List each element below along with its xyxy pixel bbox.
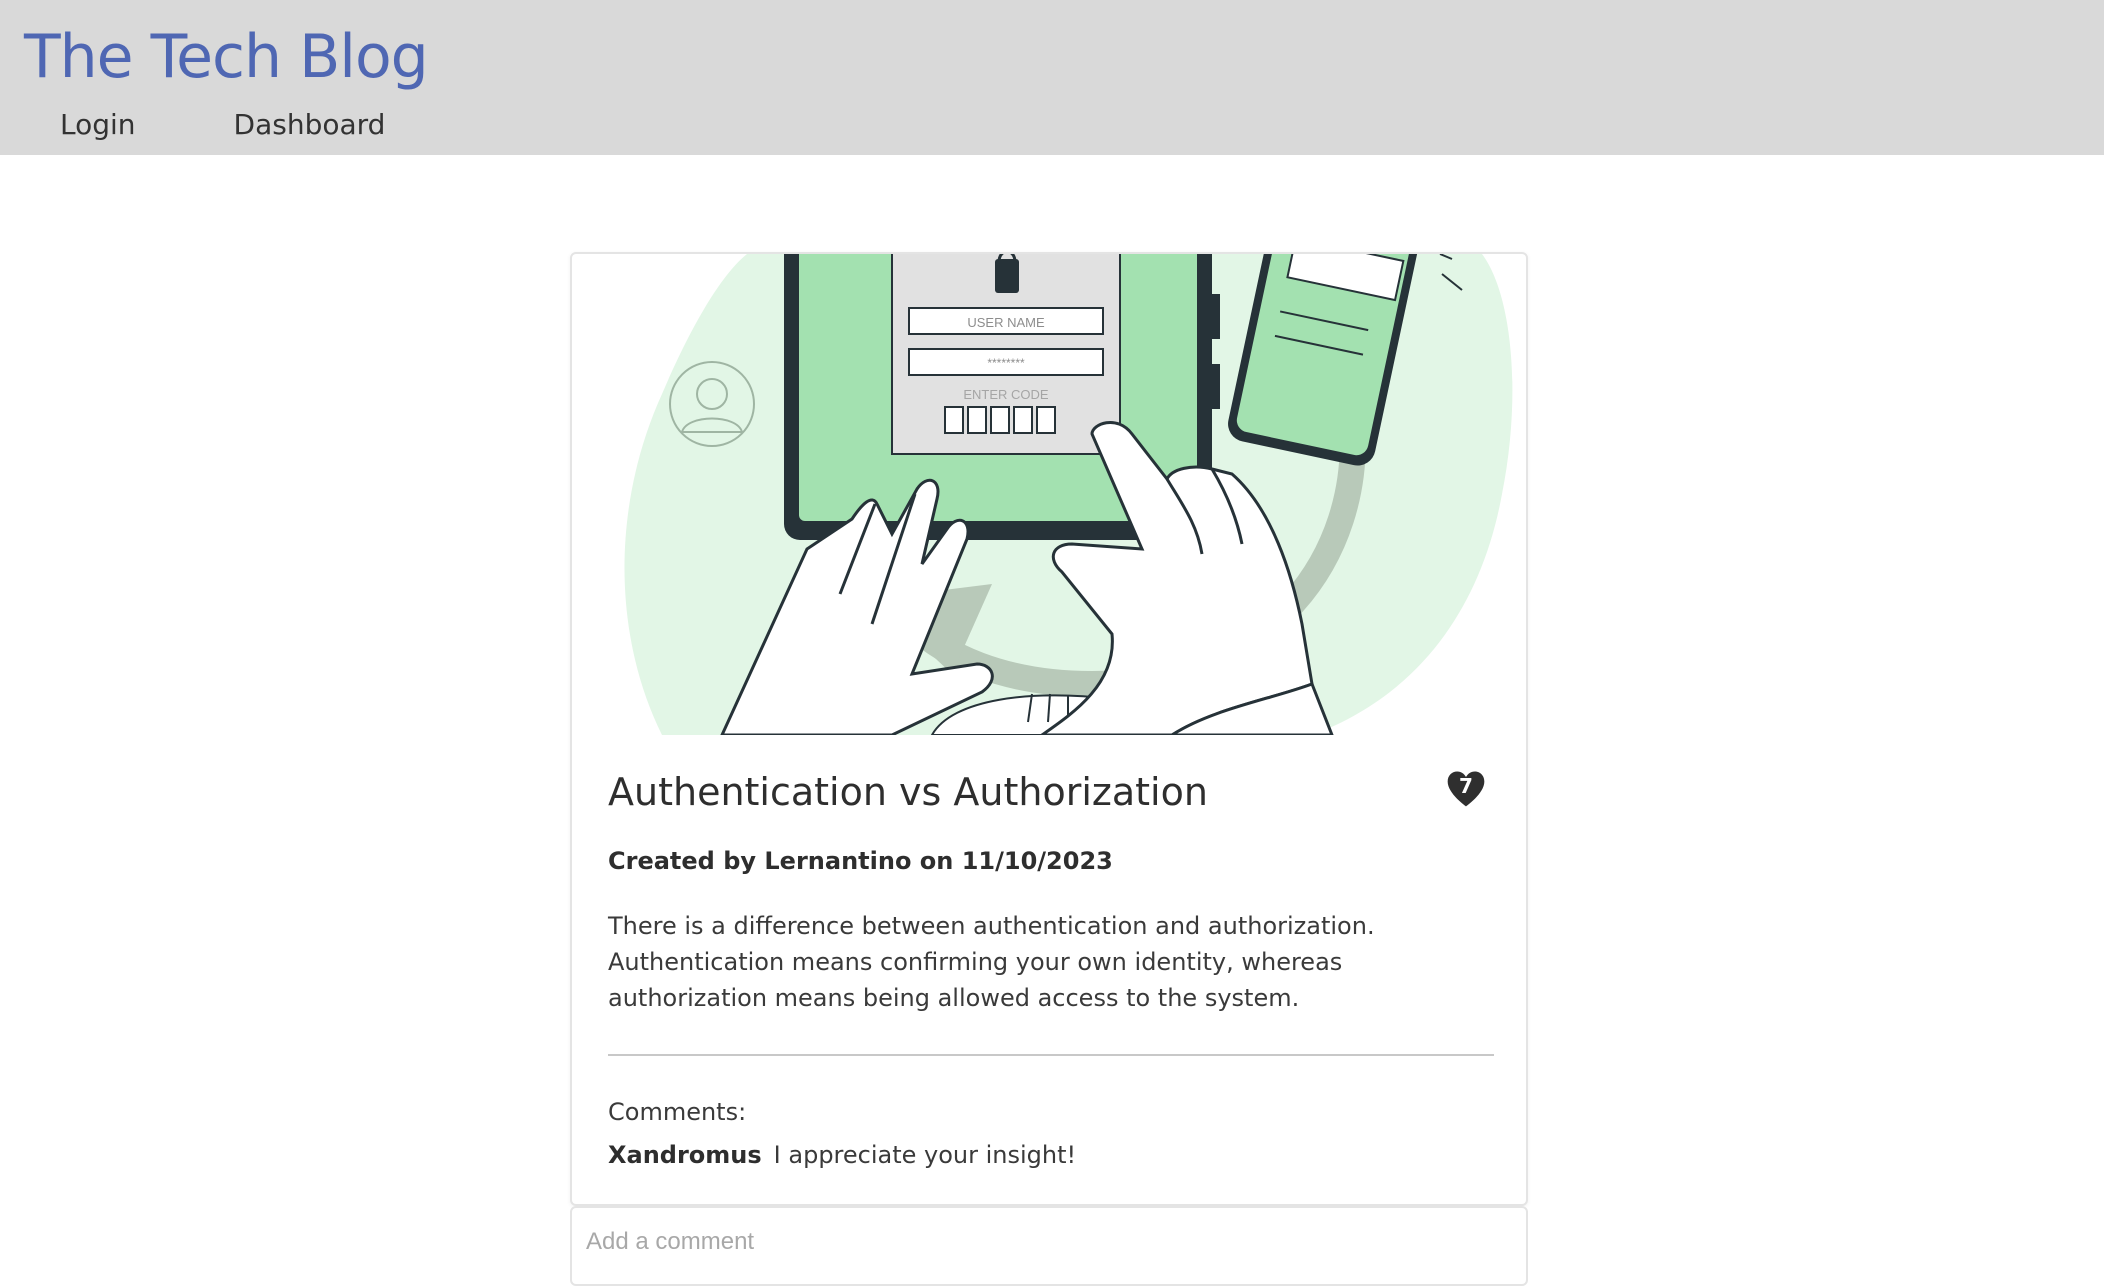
password-placeholder-text: ******** <box>987 356 1025 370</box>
nav-dashboard-link[interactable]: Dashboard <box>234 104 386 148</box>
post-byline: Created by Lernantino on 11/10/2023 <box>608 847 1113 875</box>
post-card: USER NAME ******** ENTER CODE Authentica… <box>570 252 1528 1206</box>
username-placeholder-text: USER NAME <box>967 315 1045 330</box>
enter-code-label: ENTER CODE <box>963 387 1049 402</box>
nav-login-link[interactable]: Login <box>60 104 136 148</box>
comment-input[interactable] <box>586 1222 1506 1262</box>
like-count: 7 <box>1459 774 1473 798</box>
comment-author: Xandromus <box>608 1141 762 1169</box>
site-header: The Tech Blog Login Dashboard <box>0 0 2104 155</box>
comment-text: I appreciate your insight! <box>773 1141 1077 1169</box>
comment-item: Xandromus I appreciate your insight! <box>608 1137 1076 1173</box>
like-button[interactable]: 7 <box>1444 766 1488 810</box>
site-title[interactable]: The Tech Blog <box>24 14 429 100</box>
post-title: Authentication vs Authorization <box>608 770 1208 814</box>
comment-form <box>570 1206 1528 1286</box>
post-content: There is a difference between authentica… <box>608 912 1375 1012</box>
content-divider <box>608 1054 1494 1056</box>
comments-label: Comments: <box>608 1098 747 1126</box>
post-illustration: USER NAME ******** ENTER CODE <box>624 254 1513 735</box>
main-nav: Login Dashboard <box>60 104 483 148</box>
